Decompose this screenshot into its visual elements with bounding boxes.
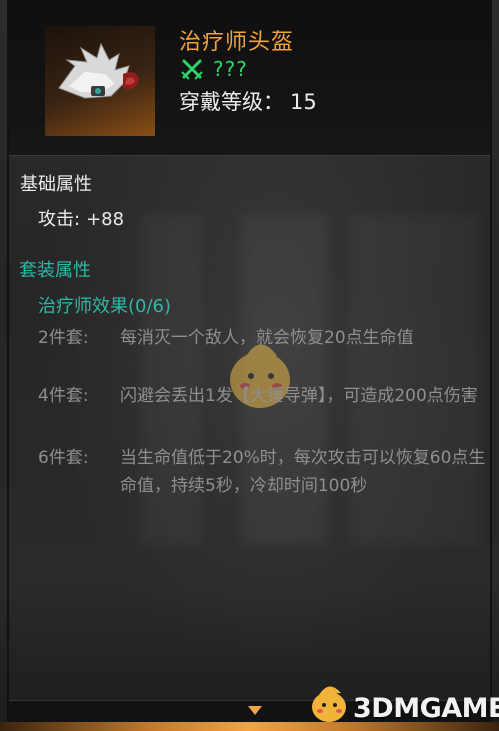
set-bonus-label: 2件套: xyxy=(38,328,89,348)
wear-level-label: 穿戴等级： xyxy=(179,90,284,114)
set-bonus-text: 闪避会丢出1发【大锤导弹】，可造成200点伤害 xyxy=(120,386,478,406)
set-bonus-4: 4件套: 闪避会丢出1发【大锤导弹】，可造成200点伤害 xyxy=(38,382,488,410)
attack-value: +88 xyxy=(86,209,125,230)
item-name: 治疗师头盔 xyxy=(179,30,295,55)
set-bonus-text: 当生命值低于20%时，每次攻击可以恢复60点生命值，持续5秒，冷却时间100秒 xyxy=(120,448,486,496)
set-bonus-6: 6件套: 当生命值低于20%时，每次攻击可以恢复60点生命值，持续5秒，冷却时间… xyxy=(38,444,488,500)
set-bonus-label: 4件套: xyxy=(38,386,89,406)
set-bonus-text: 每消灭一个敌人，就会恢复20点生命值 xyxy=(120,328,414,348)
set-name: 治疗师效果(0/6) xyxy=(38,296,172,317)
set-indicator: ??? xyxy=(181,56,248,82)
set-attributes-heading: 套装属性 xyxy=(19,260,91,281)
chevron-down-icon[interactable] xyxy=(248,706,262,715)
crossed-swords-icon xyxy=(181,59,203,80)
set-bonus-2: 2件套: 每消灭一个敌人，就会恢复20点生命值 xyxy=(38,324,488,352)
watermark-text: 3DMGAME xyxy=(353,693,499,724)
wear-level-value: 15 xyxy=(290,90,317,114)
item-thumbnail xyxy=(45,26,155,136)
attack-label: 攻击: xyxy=(38,209,81,230)
set-bonus-label: 6件套: xyxy=(38,448,89,468)
set-unknown-text: ??? xyxy=(213,57,248,81)
attack-stat: 攻击: +88 xyxy=(38,205,124,231)
wear-level: 穿戴等级： 15 xyxy=(179,86,317,116)
item-header: 治疗师头盔 ??? 穿戴等级： 15 xyxy=(9,2,490,156)
base-attributes-heading: 基础属性 xyxy=(20,174,92,195)
helmet-icon xyxy=(58,42,139,99)
3dm-mascot-logo xyxy=(312,686,346,722)
item-tooltip-panel: 治疗师头盔 ??? 穿戴等级： 15 基础属性 攻击: +88 套装属性 治疗师效果… xyxy=(0,0,499,731)
